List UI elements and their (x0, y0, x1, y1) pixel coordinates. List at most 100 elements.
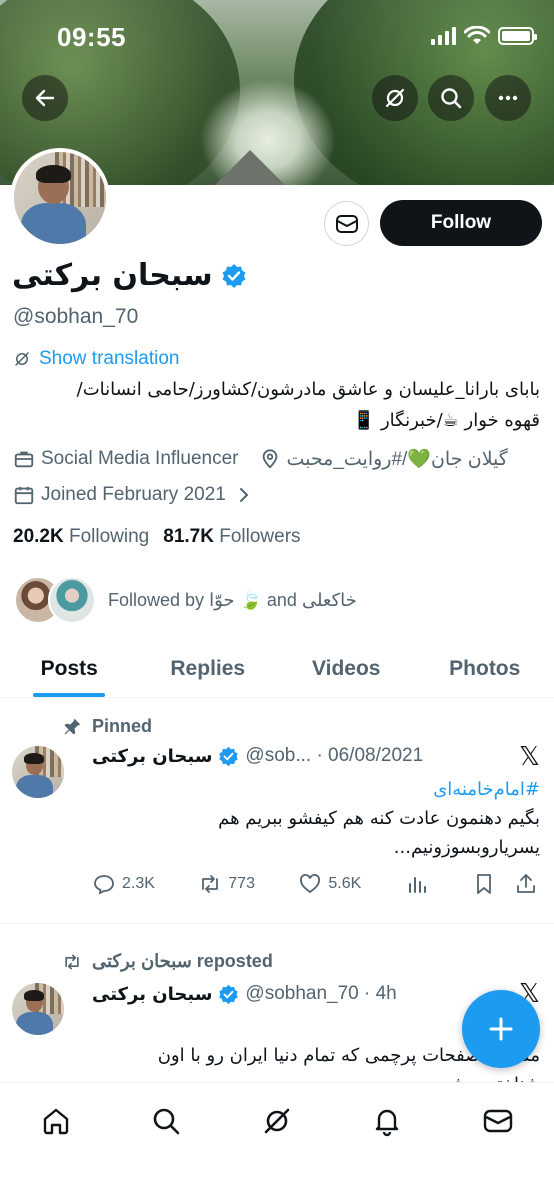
briefcase-icon (14, 451, 34, 468)
profile-page: 09:55 Follow سبحان برکتی @sobhan_70 Show… (0, 0, 554, 1199)
active-tab-indicator (33, 693, 106, 697)
tweet-text-line-1: بگیم دهنمون عادت کنه هم کیفشو ببریم هم (218, 808, 540, 829)
chevron-right-icon (239, 488, 249, 502)
heart-icon (300, 874, 321, 894)
followed-by-row[interactable]: Followed by حوّا 🍃 and خاکعلی (14, 576, 357, 624)
like-button[interactable]: 5.6K (298, 872, 361, 896)
profile-handle: @sobhan_70 (13, 305, 139, 328)
avatar-hair (36, 164, 72, 184)
tab-photos-label: Photos (449, 656, 521, 680)
profile-meta-row: Social Media Influencer گیلان جان💚/#روای… (13, 447, 508, 471)
repost-small-icon (65, 954, 79, 969)
tab-replies[interactable]: Replies (139, 640, 278, 697)
followers-label: Followers (219, 526, 301, 547)
avatar-image (12, 983, 64, 1035)
tweet-avatar[interactable] (12, 983, 64, 1035)
repost-context: سبحان برکتی reposted (62, 951, 273, 972)
translate-icon (15, 352, 29, 366)
follow-button[interactable]: Follow (380, 200, 542, 246)
tweet-handle-time: @sob... · 06/08/2021 (245, 745, 424, 766)
reply-icon (94, 875, 114, 895)
tab-videos-label: Videos (312, 656, 381, 680)
verified-badge-icon (219, 984, 239, 1004)
name-row: سبحان برکتی (12, 258, 247, 293)
compose-button[interactable] (462, 990, 540, 1068)
pinned-context: Pinned (62, 716, 152, 737)
following-label: Following (68, 526, 150, 547)
nav-home[interactable] (36, 1101, 76, 1141)
following-link[interactable]: 20.2K Following (13, 526, 149, 548)
profile-location: گیلان جان💚/#روایت_محبت (286, 449, 508, 470)
reply-button[interactable]: 2.3K (92, 872, 155, 896)
tweet-pinned[interactable]: Pinned سبحان برکتی @sob... · 06/08/2021 … (0, 698, 554, 923)
pinned-label: Pinned (92, 716, 153, 736)
analytics-icon (408, 877, 426, 893)
plus-icon (489, 1017, 513, 1041)
grok-button[interactable] (372, 75, 418, 121)
tweet-author-name[interactable]: سبحان برکتی (92, 746, 212, 767)
grok-icon (264, 1108, 290, 1134)
message-button[interactable] (324, 201, 369, 246)
show-translation-link[interactable]: Show translation (13, 348, 179, 370)
followers-link[interactable]: 81.7K Followers (163, 526, 300, 548)
repost-button[interactable]: 773 (198, 872, 255, 896)
avatar-hair (24, 990, 45, 1001)
avatar-body (16, 774, 53, 798)
profile-tabs: Posts Replies Videos Photos (0, 640, 554, 698)
nav-messages[interactable] (478, 1101, 518, 1141)
joined-date: Joined February 2021 (41, 484, 226, 505)
views-button[interactable] (405, 872, 429, 896)
avatar-body (21, 202, 86, 244)
nav-notifications[interactable] (367, 1101, 407, 1141)
pin-icon (64, 718, 81, 734)
share-icon[interactable] (514, 872, 538, 896)
wifi-icon (464, 26, 490, 44)
search-button[interactable] (428, 75, 474, 121)
grok-icon (385, 88, 405, 108)
status-icons (431, 26, 537, 46)
tweet-hashtag[interactable]: #امام‌خامنه‌ای (88, 775, 540, 804)
following-count: 20.2K (13, 526, 64, 547)
repost-icon (202, 875, 219, 893)
bell-icon (375, 1109, 399, 1137)
search-icon (441, 88, 462, 109)
bio-line-2: قهوه خوار ☕/خبرنگار 📱 (352, 410, 540, 431)
reply-count: 2.3K (122, 875, 155, 892)
tab-photos[interactable]: Photos (416, 640, 554, 697)
more-button[interactable] (485, 75, 531, 121)
followed-by-text: Followed by حوّا 🍃 and خاکعلی (108, 589, 357, 610)
signal-icon (431, 27, 456, 45)
avatar-image (14, 152, 106, 244)
tweet-header: سبحان برکتی @sob... · 06/08/2021 (92, 745, 423, 767)
tweet-text-line-2: شناختن چشمه ... (88, 1070, 540, 1082)
arrow-left-icon (35, 89, 55, 107)
tab-videos[interactable]: Videos (277, 640, 416, 697)
tab-replies-label: Replies (170, 656, 246, 680)
tweet-text: #امام‌خامنه‌ای بگیم دهنمون عادت کنه هم ک… (88, 775, 540, 862)
joined-row[interactable]: Joined February 2021 (13, 484, 252, 506)
nav-search[interactable] (146, 1101, 186, 1141)
envelope-icon (483, 1109, 513, 1133)
tab-posts-label: Posts (40, 656, 98, 680)
back-button[interactable] (22, 75, 68, 121)
tweet-avatar[interactable] (12, 746, 64, 798)
follower-avatar-2 (48, 576, 96, 624)
profile-category: Social Media Influencer (41, 448, 239, 469)
bookmark-share-group (472, 872, 538, 896)
avatar-body (16, 1011, 53, 1035)
tweet-author-name[interactable]: سبحان برکتی (92, 984, 212, 1005)
bookmark-icon[interactable] (472, 872, 496, 896)
avatar-hair (24, 753, 45, 764)
home-icon (43, 1108, 69, 1135)
location-pin-icon (262, 449, 277, 469)
show-translation-label: Show translation (39, 348, 180, 369)
tab-posts[interactable]: Posts (0, 640, 139, 697)
status-time: 09:55 (57, 22, 126, 52)
repost-context-label: سبحان برکتی reposted (92, 951, 273, 971)
nav-grok[interactable] (257, 1101, 297, 1141)
search-icon (153, 1108, 180, 1135)
verified-badge-icon[interactable] (221, 263, 247, 289)
profile-avatar[interactable] (10, 148, 110, 248)
bio-line-1: بابای بارانا_علیسان و عاشق مادرشون/کشاور… (76, 379, 540, 400)
follow-stats: 20.2K Following 81.7K Followers (13, 526, 301, 548)
